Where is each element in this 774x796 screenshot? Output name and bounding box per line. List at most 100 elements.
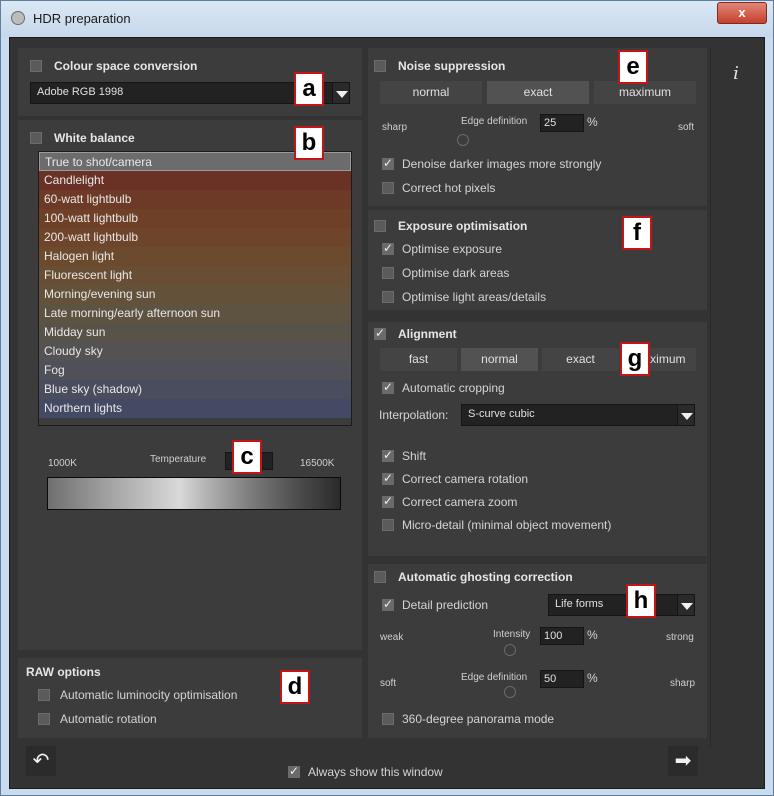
- list-item[interactable]: 100-watt lightbulb: [39, 209, 351, 228]
- ghost-edge-field[interactable]: 50: [540, 670, 584, 688]
- annotation-marker-b: b: [294, 126, 324, 160]
- ghost-edge-slider[interactable]: [504, 686, 516, 698]
- panorama-checkbox[interactable]: [382, 713, 394, 725]
- intensity-slider[interactable]: [504, 644, 516, 656]
- alignment-mode-exact[interactable]: exact: [542, 348, 619, 371]
- list-item[interactable]: Northern lights: [39, 399, 351, 418]
- auto-crop-label: Automatic cropping: [402, 381, 505, 395]
- white-balance-list: True to shot/camera Candlelight 60-watt …: [38, 151, 352, 426]
- raw-rotation-label: Automatic rotation: [60, 712, 157, 726]
- camera-zoom-label: Correct camera zoom: [402, 495, 518, 509]
- noise-suppression-title: Noise suppression: [398, 59, 506, 73]
- noise-edge-unit: %: [587, 115, 598, 129]
- list-item[interactable]: Late morning/early afternoon sun: [39, 304, 351, 323]
- raw-options-title: RAW options: [26, 665, 101, 679]
- noise-mode-maximum[interactable]: maximum: [594, 81, 696, 104]
- list-item[interactable]: Halogen light: [39, 247, 351, 266]
- intensity-field[interactable]: 100: [540, 627, 584, 645]
- alignment-title: Alignment: [398, 327, 457, 341]
- list-item[interactable]: Fluorescent light: [39, 266, 351, 285]
- noise-suppression-checkbox[interactable]: [374, 60, 386, 72]
- exposure-checkbox[interactable]: [374, 220, 386, 232]
- list-item[interactable]: Candlelight: [39, 171, 351, 190]
- edge-sharp-label: sharp: [670, 678, 696, 689]
- shift-label: Shift: [402, 449, 427, 463]
- annotation-marker-e: e: [618, 50, 648, 84]
- chevron-down-icon[interactable]: [677, 404, 695, 426]
- chevron-down-icon[interactable]: [677, 594, 695, 616]
- temperature-label: Temperature: [150, 454, 207, 465]
- ghosting-title: Automatic ghosting correction: [398, 570, 573, 584]
- colour-space-select[interactable]: Adobe RGB 1998: [30, 82, 336, 104]
- alignment-mode-fast[interactable]: fast: [380, 348, 457, 371]
- hdr-preparation-window: HDR preparation x Colour space conversio…: [0, 0, 774, 796]
- annotation-marker-d: d: [280, 670, 310, 704]
- temperature-min-label: 1000K: [48, 458, 77, 469]
- window-title: HDR preparation: [33, 11, 131, 26]
- optimise-exposure-checkbox[interactable]: [382, 241, 394, 255]
- annotation-marker-a: a: [294, 72, 324, 106]
- noise-sharp-label: sharp: [382, 122, 408, 133]
- list-item[interactable]: Morning/evening sun: [39, 285, 351, 304]
- camera-zoom-checkbox[interactable]: [382, 494, 394, 508]
- noise-edge-label: Edge definition: [461, 116, 528, 127]
- list-item[interactable]: Cloudy sky: [39, 342, 351, 361]
- shift-checkbox[interactable]: [382, 448, 394, 462]
- raw-rotation-checkbox[interactable]: [38, 713, 50, 725]
- noise-edge-slider[interactable]: [457, 134, 469, 146]
- close-button[interactable]: x: [717, 2, 767, 24]
- list-item[interactable]: Midday sun: [39, 323, 351, 342]
- raw-luminocity-label: Automatic luminocity optimisation: [60, 688, 238, 702]
- denoise-darker-label: Denoise darker images more strongly: [402, 157, 602, 171]
- edge-soft-label: soft: [380, 678, 397, 689]
- list-item[interactable]: 200-watt lightbulb: [39, 228, 351, 247]
- temperature-gradient-bar[interactable]: [47, 477, 341, 510]
- hot-pixels-checkbox[interactable]: [382, 182, 394, 194]
- alignment-mode-normal[interactable]: normal: [461, 348, 538, 371]
- temperature-max-label: 16500K: [300, 458, 335, 469]
- list-item[interactable]: 60-watt lightbulb: [39, 190, 351, 209]
- denoise-darker-checkbox[interactable]: [382, 156, 394, 170]
- sidebar-divider: [710, 48, 711, 748]
- ghosting-checkbox[interactable]: [374, 571, 386, 583]
- micro-detail-checkbox[interactable]: [382, 519, 394, 531]
- optimise-exposure-label: Optimise exposure: [402, 242, 503, 256]
- always-show-checkbox[interactable]: [288, 764, 300, 778]
- panorama-label: 360-degree panorama mode: [402, 712, 555, 726]
- auto-crop-checkbox[interactable]: [382, 380, 394, 394]
- interpolation-select[interactable]: S-curve cubic: [461, 404, 681, 426]
- list-item[interactable]: Fog: [39, 361, 351, 380]
- noise-mode-normal[interactable]: normal: [380, 81, 482, 104]
- annotation-marker-c: c: [232, 440, 262, 474]
- noise-edge-field[interactable]: 25: [540, 114, 584, 132]
- white-balance-title: White balance: [54, 131, 135, 145]
- optimise-light-checkbox[interactable]: [382, 291, 394, 303]
- noise-mode-exact[interactable]: exact: [487, 81, 589, 104]
- app-icon: [11, 11, 25, 25]
- intensity-weak-label: weak: [380, 632, 404, 643]
- noise-soft-label: soft: [678, 122, 695, 133]
- optimise-dark-checkbox[interactable]: [382, 267, 394, 279]
- optimise-light-label: Optimise light areas/details: [402, 290, 547, 304]
- white-balance-checkbox[interactable]: [30, 132, 42, 144]
- alignment-checkbox[interactable]: [374, 326, 386, 340]
- right-arrow-icon[interactable]: ➡: [668, 746, 698, 776]
- raw-luminocity-checkbox[interactable]: [38, 689, 50, 701]
- camera-rotation-checkbox[interactable]: [382, 471, 394, 485]
- hot-pixels-label: Correct hot pixels: [402, 181, 496, 195]
- annotation-marker-g: g: [620, 342, 650, 376]
- annotation-marker-f: f: [622, 216, 652, 250]
- colour-space-checkbox[interactable]: [30, 60, 42, 72]
- undo-arrow-icon[interactable]: ↶: [26, 746, 56, 776]
- info-icon[interactable]: i: [722, 60, 750, 88]
- intensity-unit: %: [587, 628, 598, 642]
- list-item[interactable]: Blue sky (shadow): [39, 380, 351, 399]
- chevron-down-icon[interactable]: [332, 82, 350, 104]
- camera-rotation-label: Correct camera rotation: [402, 472, 529, 486]
- dialog-body: Colour space conversion Adobe RGB 1998 W…: [9, 37, 765, 789]
- detail-prediction-select[interactable]: Life forms: [548, 594, 681, 616]
- ghost-edge-unit: %: [587, 671, 598, 685]
- detail-prediction-checkbox[interactable]: [382, 597, 394, 611]
- colour-space-title: Colour space conversion: [54, 59, 198, 73]
- micro-detail-label: Micro-detail (minimal object movement): [402, 518, 612, 532]
